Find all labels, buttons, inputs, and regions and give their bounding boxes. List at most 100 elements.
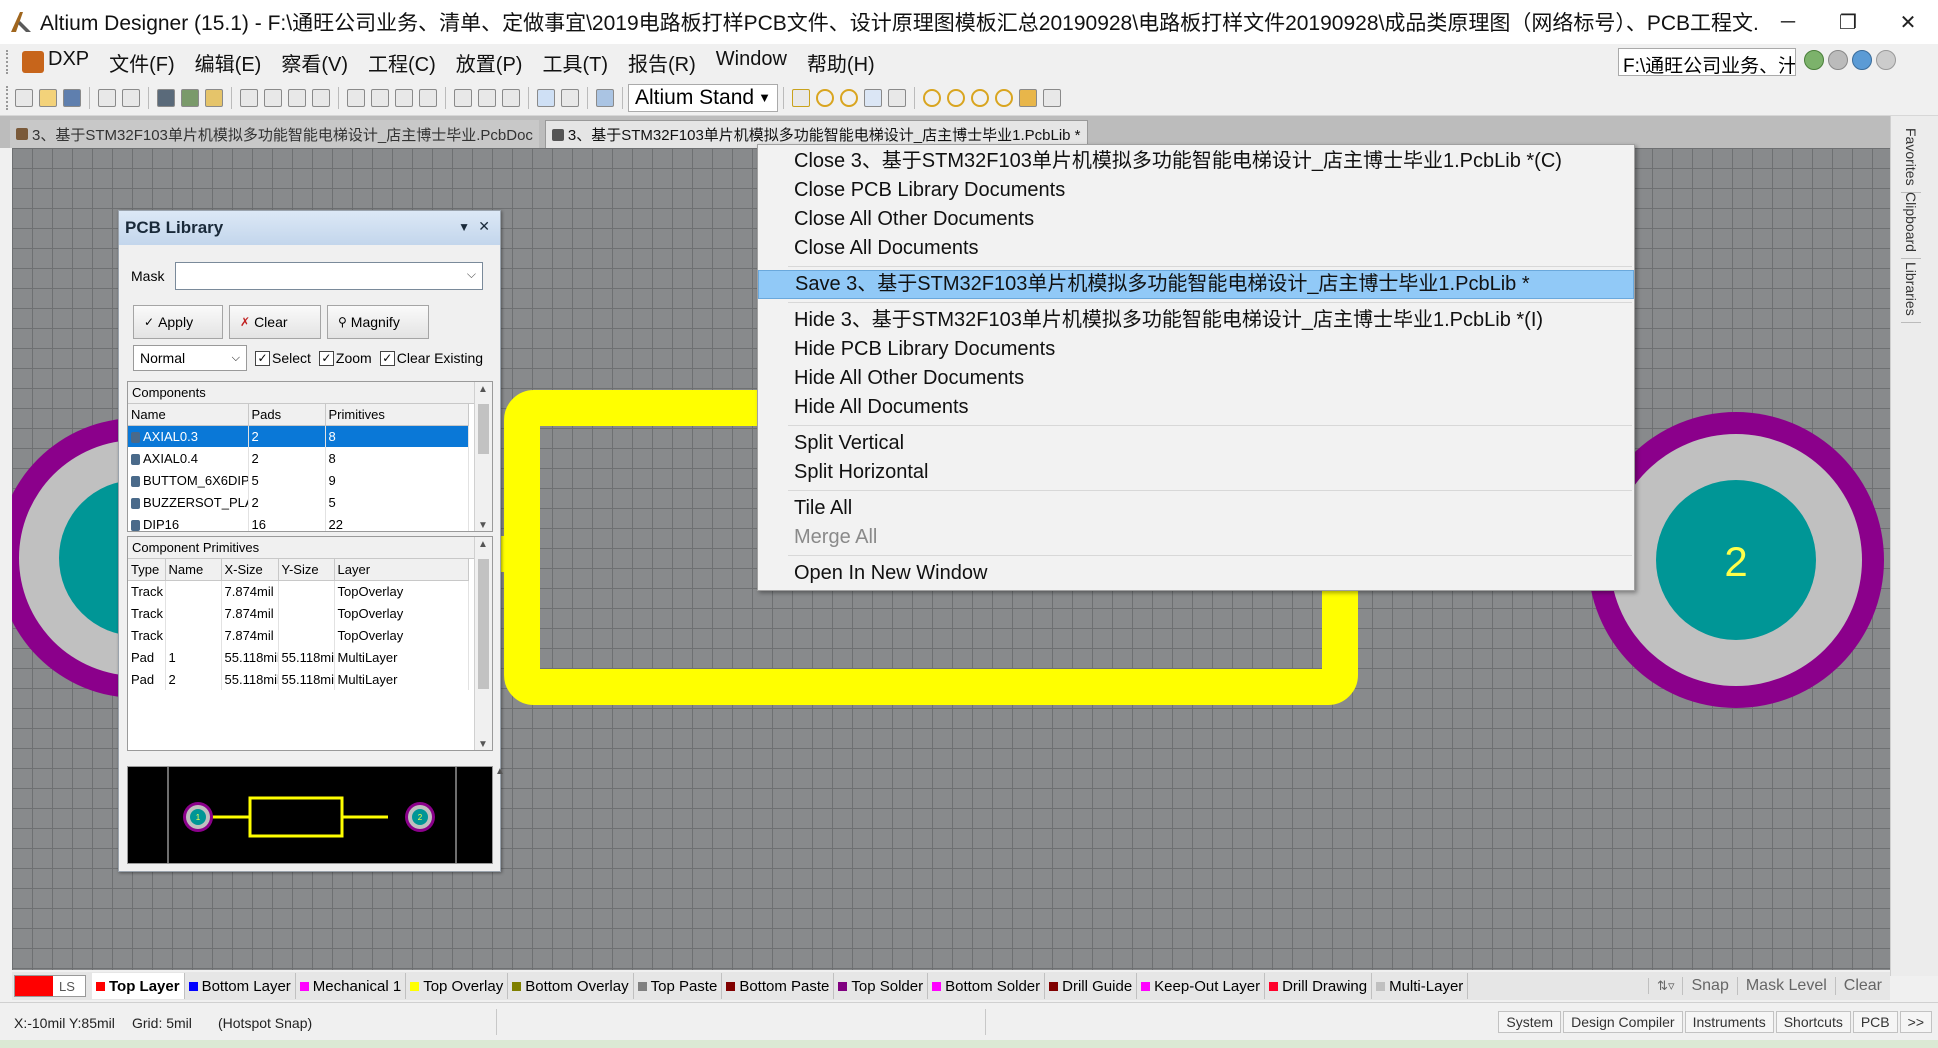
column-header[interactable]: Pads: [248, 404, 326, 426]
tab-pcbdoc[interactable]: 3、基于STM32F103单片机模拟多功能智能电梯设计_店主博士毕业.PcbDo…: [10, 120, 539, 148]
primitive-row[interactable]: Track 7.874mil TopOverlay: [128, 624, 469, 646]
folder-icon[interactable]: [205, 88, 223, 107]
context-menu-item[interactable]: Hide PCB Library Documents: [758, 335, 1634, 364]
move-icon[interactable]: [478, 88, 496, 107]
component-row[interactable]: DIP16 16 22: [128, 513, 469, 531]
side-tab-clipboard[interactable]: Clipboard: [1901, 186, 1921, 259]
footprint-preview[interactable]: 1 2: [127, 766, 493, 864]
place-via-icon[interactable]: [840, 88, 858, 107]
side-tab-libraries[interactable]: Libraries: [1901, 256, 1921, 323]
snap-button[interactable]: Snap: [1682, 977, 1736, 995]
magnify-button[interactable]: ⚲ Magnify: [327, 305, 429, 339]
menu-item-6[interactable]: 工具(T): [532, 48, 618, 77]
grid-icon[interactable]: [596, 88, 614, 107]
minimize-button[interactable]: ─: [1758, 0, 1818, 44]
status-panel-button[interactable]: Shortcuts: [1775, 1011, 1851, 1033]
fill-icon[interactable]: [1019, 88, 1037, 107]
scroll-up-icon[interactable]: ▲: [478, 539, 488, 550]
mask-input[interactable]: ⌵: [175, 262, 483, 290]
primitive-row[interactable]: Pad 2 55.118mil 55.118mil MultiLayer: [128, 668, 469, 690]
open-icon[interactable]: [39, 88, 57, 107]
save-icon[interactable]: [63, 88, 81, 107]
scroll-down-icon[interactable]: ▼: [478, 520, 488, 531]
primitives-scrollbar[interactable]: ▲ ▼: [474, 537, 492, 750]
rubber-stamp-icon[interactable]: [419, 88, 437, 107]
scroll-down-icon[interactable]: ▼: [478, 739, 488, 750]
layer-tab[interactable]: Bottom Solder: [928, 973, 1046, 999]
layer-tab[interactable]: Bottom Layer: [185, 973, 296, 999]
column-header[interactable]: Layer: [334, 559, 469, 581]
components-scrollbar[interactable]: ▲ ▼: [474, 382, 492, 531]
layer-tab[interactable]: Top Paste: [634, 973, 723, 999]
settings-icon[interactable]: [1876, 50, 1896, 70]
layer-options-icon[interactable]: ⇅▿: [1648, 978, 1682, 994]
primitive-row[interactable]: Track 7.874mil TopOverlay: [128, 602, 469, 624]
project-path-combo[interactable]: F:\通旺公司业务、汁: [1618, 48, 1796, 76]
zoom-area-icon[interactable]: [288, 88, 306, 107]
place-coordinate-icon[interactable]: [888, 88, 906, 107]
layer-tab[interactable]: Drill Guide: [1045, 973, 1138, 999]
menu-grip[interactable]: [6, 50, 12, 74]
array-paste-icon[interactable]: [1043, 88, 1061, 107]
menu-item-8[interactable]: Window: [706, 48, 797, 77]
print-preview-icon[interactable]: [122, 88, 140, 107]
column-header[interactable]: Primitives: [325, 404, 469, 426]
scroll-up-icon[interactable]: ▲: [478, 384, 488, 395]
component-row[interactable]: AXIAL0.3 2 8: [128, 425, 469, 447]
panel-close-icon[interactable]: ✕: [478, 218, 490, 235]
column-header[interactable]: Type: [128, 559, 166, 581]
place-string-icon[interactable]: [864, 88, 882, 107]
toolbar-grip[interactable]: [6, 85, 12, 110]
menu-item-1[interactable]: 文件(F): [99, 48, 185, 77]
menu-item-3[interactable]: 察看(V): [271, 48, 358, 77]
mask-level-button[interactable]: Mask Level: [1736, 977, 1835, 995]
primitive-row[interactable]: Pad 1 55.118mil 55.118mil MultiLayer: [128, 646, 469, 668]
layer-tab[interactable]: Top Layer: [92, 973, 185, 999]
layer-tab[interactable]: Multi-Layer: [1372, 973, 1469, 999]
paste-icon[interactable]: [395, 88, 413, 107]
context-menu-item[interactable]: Hide 3、基于STM32F103单片机模拟多功能智能电梯设计_店主博士毕业1…: [758, 306, 1634, 335]
context-menu-item[interactable]: Tile All: [758, 494, 1634, 523]
clear-existing-checkbox[interactable]: ✓ Clear Existing: [379, 350, 483, 366]
menu-item-5[interactable]: 放置(P): [446, 48, 533, 77]
context-menu-item[interactable]: Hide All Other Documents: [758, 364, 1634, 393]
context-menu-item[interactable]: Close PCB Library Documents: [758, 176, 1634, 205]
context-menu-item[interactable]: Split Vertical: [758, 429, 1634, 458]
back-icon[interactable]: [1804, 50, 1824, 70]
chevron-down-icon[interactable]: ⌵: [467, 267, 476, 282]
context-menu-item[interactable]: Save 3、基于STM32F103单片机模拟多功能智能电梯设计_店主博士毕业1…: [758, 270, 1634, 299]
component-row[interactable]: AXIAL0.4 2 8: [128, 447, 469, 469]
preview-scroll-up-icon[interactable]: ▲: [495, 766, 505, 864]
layer-tab[interactable]: Keep-Out Layer: [1137, 973, 1266, 999]
board-icon[interactable]: [181, 88, 199, 107]
column-header[interactable]: Name: [165, 559, 222, 581]
redo-icon[interactable]: [561, 88, 579, 107]
arc-center-icon[interactable]: [923, 88, 941, 107]
menu-item-7[interactable]: 报告(R): [618, 48, 706, 77]
column-header[interactable]: Name: [128, 404, 249, 426]
view-config-combo[interactable]: Altium Stand ▼: [628, 83, 778, 112]
menu-item-9[interactable]: 帮助(H): [797, 48, 885, 77]
new-icon[interactable]: [15, 88, 33, 107]
context-menu-item[interactable]: Split Horizontal: [758, 458, 1634, 487]
cut-icon[interactable]: [347, 88, 365, 107]
full-circle-icon[interactable]: [995, 88, 1013, 107]
forward-icon[interactable]: [1828, 50, 1848, 70]
filter-mode-select[interactable]: Normal ⌵: [133, 345, 247, 371]
layer-set-button[interactable]: LS: [14, 975, 86, 997]
apply-button[interactable]: ✓ Apply: [133, 305, 223, 339]
zoom-fit-icon[interactable]: [312, 88, 330, 107]
layer-tab[interactable]: Bottom Paste: [722, 973, 835, 999]
context-menu-item[interactable]: Open In New Window: [758, 559, 1634, 588]
deselect-icon[interactable]: [502, 88, 520, 107]
menu-item-4[interactable]: 工程(C): [358, 48, 446, 77]
component-row[interactable]: BUZZERSOT_PLASTIC25: [128, 491, 469, 513]
place-line-icon[interactable]: [792, 88, 810, 107]
primitive-row[interactable]: Track 7.874mil TopOverlay: [128, 580, 469, 602]
column-header[interactable]: X-Size: [221, 559, 279, 581]
status-panel-button[interactable]: PCB: [1852, 1011, 1898, 1033]
maximize-button[interactable]: ❐: [1818, 0, 1878, 44]
panel-menu-icon[interactable]: ▼: [458, 220, 470, 234]
arc-any-icon[interactable]: [971, 88, 989, 107]
select-checkbox[interactable]: ✓ Select: [255, 350, 311, 366]
